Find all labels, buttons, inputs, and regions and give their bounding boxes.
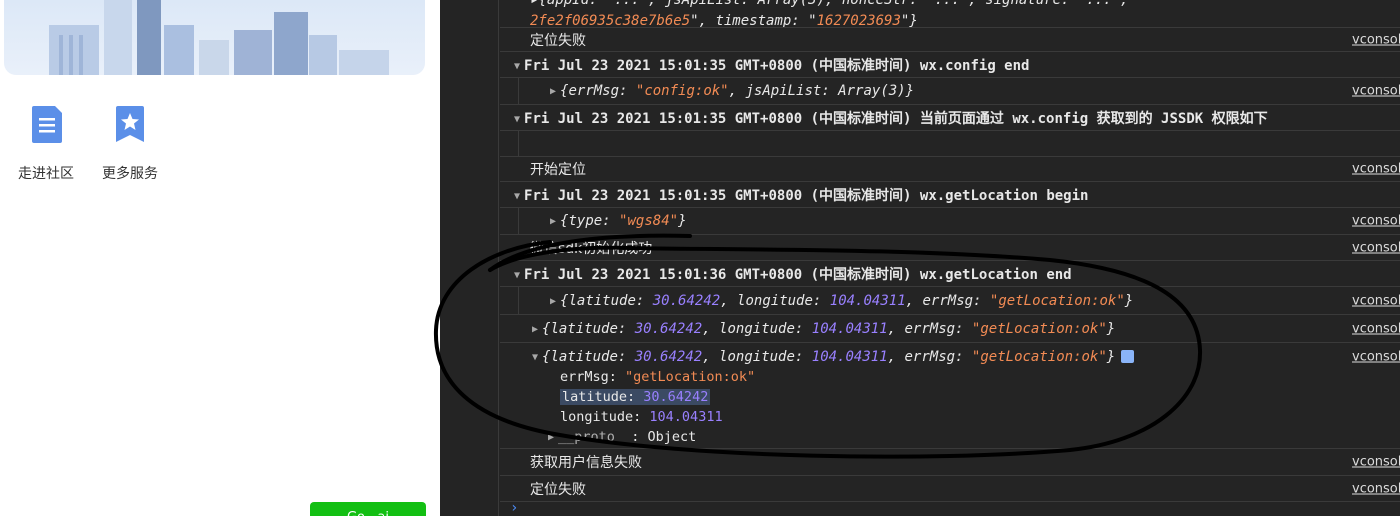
log-message: 开始定位 (530, 162, 586, 178)
expand-triangle-icon[interactable]: ▼ (514, 61, 520, 72)
log-object-preview: ▶ {type: "wgs84"} (550, 213, 687, 229)
log-row[interactable]: 定位失败 vconsole (500, 476, 1400, 502)
source-link[interactable]: vconsole (1352, 240, 1400, 255)
service-item-more[interactable]: 更多服务 (95, 105, 165, 183)
log-row[interactable]: ▸{appId: "...", jsApiList: Array(3), non… (500, 0, 1400, 28)
log-object-preview: ▶ {errMsg: "config:ok", jsApiList: Array(… (550, 83, 915, 99)
log-group-title: ▼ Fri Jul 23 2021 15:01:35 GMT+0800 (中国标准… (514, 187, 1089, 204)
source-link[interactable]: vconsole (1352, 350, 1400, 365)
source-link[interactable]: vconsole (1352, 214, 1400, 229)
group-indent-line (518, 131, 519, 156)
expand-triangle-icon[interactable]: ▶ (550, 86, 556, 97)
source-link[interactable]: vconsole (1352, 32, 1400, 47)
action-button[interactable]: Go ai (310, 502, 426, 516)
expand-triangle-icon[interactable]: ▼ (514, 191, 520, 202)
source-link[interactable]: vconsole (1352, 321, 1400, 336)
log-group-header[interactable]: ▼ Fri Jul 23 2021 15:01:35 GMT+0800 (中国标准… (500, 52, 1400, 78)
console-prompt-icon[interactable]: › (510, 500, 518, 516)
document-icon (28, 105, 64, 145)
log-group-title: ▼ Fri Jul 23 2021 15:01:35 GMT+0800 (中国标准… (514, 110, 1268, 127)
source-link[interactable]: vconsole (1352, 162, 1400, 177)
source-link[interactable]: vconsole (1352, 293, 1400, 308)
source-link[interactable]: vconsole (1352, 455, 1400, 470)
log-row[interactable]: 开始定位 vconsole (500, 157, 1400, 182)
log-group-header[interactable]: ▼ Fri Jul 23 2021 15:01:35 GMT+0800 (中国标准… (500, 105, 1400, 131)
log-object-preview: ▸{appId: "...", jsApiList: Array(3), non… (530, 0, 1129, 28)
star-bookmark-icon (112, 105, 148, 145)
log-row[interactable]: ▶ {errMsg: "config:ok", jsApiList: Array(… (500, 78, 1400, 105)
hand-drawn-annotation-circle (433, 233, 1203, 459)
log-row[interactable]: 定位失败 vconsole (500, 28, 1400, 52)
service-label: 走进社区 (18, 166, 74, 182)
source-link[interactable]: vconsole (1352, 84, 1400, 99)
expand-triangle-icon[interactable]: ▶ (550, 216, 556, 227)
log-group-header[interactable]: ▼ Fri Jul 23 2021 15:01:35 GMT+0800 (中国标准… (500, 182, 1400, 208)
source-link[interactable]: vconsole (1352, 481, 1400, 496)
service-item-community[interactable]: 走进社区 (11, 105, 81, 183)
group-indent-line (518, 78, 519, 104)
log-row-empty (500, 131, 1400, 157)
city-banner-image (4, 0, 425, 75)
service-label: 更多服务 (102, 166, 158, 182)
expand-triangle-icon[interactable]: ▼ (514, 114, 520, 125)
log-message: 定位失败 (530, 481, 586, 498)
log-message: 定位失败 (530, 32, 586, 49)
log-group-title: ▼ Fri Jul 23 2021 15:01:35 GMT+0800 (中国标准… (514, 57, 1030, 74)
mobile-page-panel: 走进社区 更多服务 Go ai (0, 0, 440, 516)
